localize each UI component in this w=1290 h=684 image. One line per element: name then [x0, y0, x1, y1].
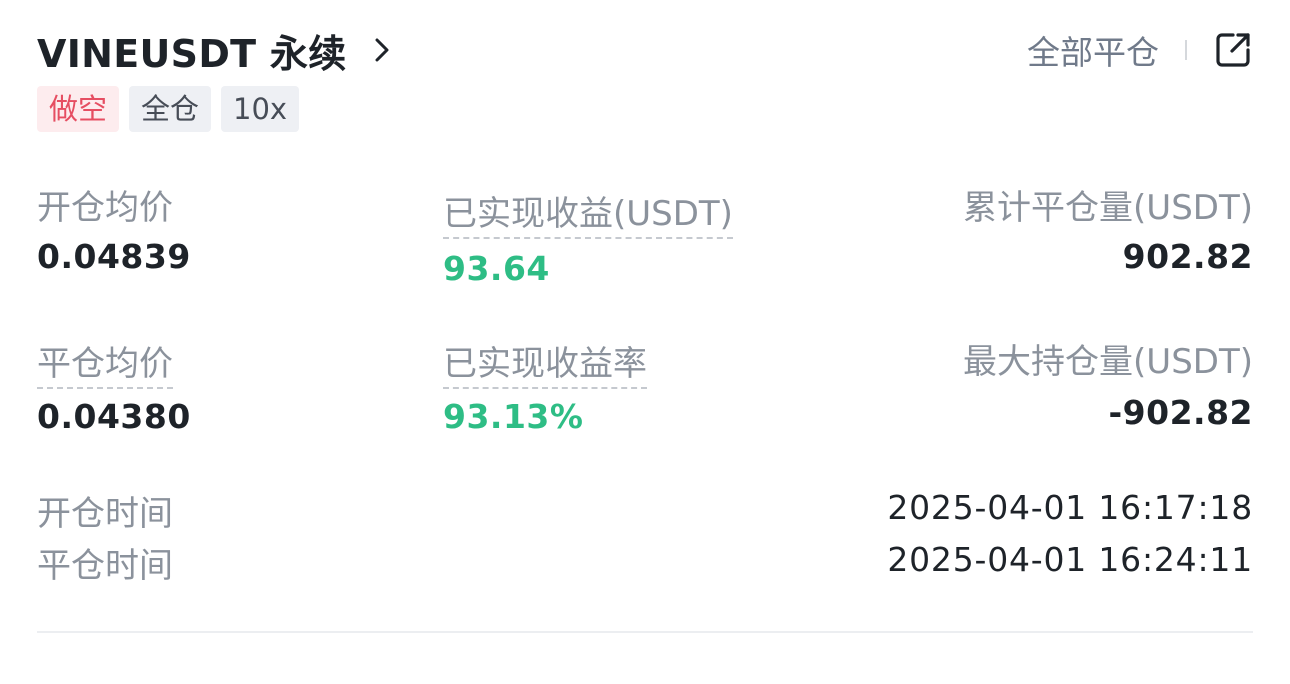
open-time-value: 2025-04-01 16:17:18 [887, 488, 1253, 527]
total-closed-volume-stat: 累计平仓量(USDT) 902.82 [963, 180, 1253, 276]
position-history-card: VINEUSDT 永续 全部平仓 做空 全仓 10x 开仓均价 0.04839 … [37, 0, 1253, 684]
max-position-label: 最大持仓量(USDT) [963, 342, 1253, 382]
margin-mode-badge: 全仓 [129, 86, 212, 132]
avg-close-price-stat: 平仓均价 0.04380 [37, 336, 191, 436]
avg-open-price-stat: 开仓均价 0.04839 [37, 180, 191, 276]
symbol-title-link[interactable]: VINEUSDT 永续 [37, 22, 395, 78]
realized-pnl-label[interactable]: 已实现收益(USDT) [443, 186, 733, 239]
leverage-badge: 10x [221, 86, 300, 132]
header-actions: 全部平仓 [1027, 22, 1253, 78]
realized-pnl-value: 93.64 [443, 249, 550, 288]
max-position-value: -902.82 [1108, 393, 1253, 432]
avg-open-price-value: 0.04839 [37, 237, 191, 276]
open-time-label: 开仓时间 [37, 494, 173, 534]
realized-pnl-rate-stat: 已实现收益率 93.13% [443, 336, 647, 436]
symbol-title: VINEUSDT 永续 [37, 31, 347, 76]
card-header: VINEUSDT 永续 全部平仓 [37, 22, 1253, 78]
chevron-right-icon [375, 38, 389, 62]
close-time-label: 平仓时间 [37, 546, 173, 586]
position-tags: 做空 全仓 10x [37, 86, 300, 132]
close-time-value: 2025-04-01 16:24:11 [887, 540, 1253, 579]
total-closed-volume-label: 累计平仓量(USDT) [963, 188, 1253, 228]
avg-open-price-label: 开仓均价 [37, 188, 173, 228]
open-time-row: 开仓时间 2025-04-01 16:17:18 [37, 486, 1253, 536]
side-badge: 做空 [37, 86, 120, 132]
avg-close-price-value: 0.04380 [37, 397, 191, 436]
realized-pnl-rate-value: 93.13% [443, 397, 584, 436]
realized-pnl-stat: 已实现收益(USDT) 93.64 [443, 186, 733, 288]
total-closed-volume-value: 902.82 [1122, 237, 1253, 276]
close-time-row: 平仓时间 2025-04-01 16:24:11 [37, 538, 1253, 588]
card-bottom-divider [37, 631, 1253, 633]
max-position-stat: 最大持仓量(USDT) -902.82 [963, 334, 1253, 432]
share-external-icon[interactable] [1213, 30, 1253, 70]
close-all-button[interactable]: 全部平仓 [1027, 26, 1159, 74]
avg-close-price-label[interactable]: 平仓均价 [37, 336, 173, 389]
realized-pnl-rate-label[interactable]: 已实现收益率 [443, 336, 647, 389]
header-divider [1185, 40, 1187, 60]
